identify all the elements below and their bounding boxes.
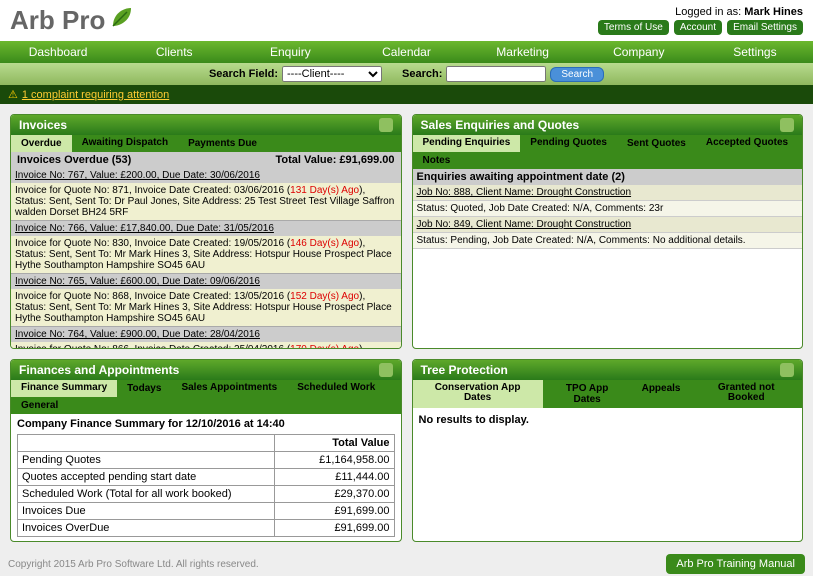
- alert-bar: ⚠ 1 complaint requiring attention: [0, 85, 813, 104]
- tab-sent-quotes[interactable]: Sent Quotes: [617, 135, 696, 152]
- tab-pending-enquiries[interactable]: Pending Enquiries: [413, 135, 521, 152]
- leaf-icon: [109, 4, 135, 37]
- account-button[interactable]: Account: [674, 20, 722, 35]
- warning-icon: ⚠: [8, 88, 18, 101]
- logged-in-text: Logged in as: Mark Hines: [596, 6, 803, 18]
- tab-finance-summary[interactable]: Finance Summary: [11, 380, 117, 397]
- terms-button[interactable]: Terms of Use: [598, 20, 669, 35]
- finance-row: Quotes accepted pending start date£11,44…: [18, 469, 395, 486]
- enquiries-header: Sales Enquiries and Quotes: [413, 115, 803, 135]
- enquiries-tabs: Pending Enquiries Pending Quotes Sent Qu…: [413, 135, 803, 169]
- copyright-text: Copyright 2015 Arb Pro Software Ltd. All…: [8, 559, 259, 570]
- finance-body: Company Finance Summary for 12/10/2016 a…: [11, 414, 401, 541]
- tab-granted-not-booked[interactable]: Granted not Booked: [691, 380, 802, 408]
- no-results-text: No results to display.: [413, 408, 803, 432]
- search-input[interactable]: [446, 66, 546, 82]
- tab-overdue[interactable]: Overdue: [11, 135, 72, 152]
- app-name: Arb Pro: [10, 5, 105, 36]
- invoice-row-body: Invoice for Quote No: 830, Invoice Date …: [11, 236, 401, 274]
- tab-appeals[interactable]: Appeals: [632, 380, 691, 408]
- nav-clients[interactable]: Clients: [116, 45, 232, 59]
- alert-link[interactable]: 1 complaint requiring attention: [22, 89, 169, 101]
- tab-awaiting-dispatch[interactable]: Awaiting Dispatch: [72, 135, 179, 152]
- invoice-row-body: Invoice for Quote No: 868, Invoice Date …: [11, 289, 401, 327]
- tab-tpo[interactable]: TPO App Dates: [543, 380, 632, 408]
- enquiries-subheader: Enquiries awaiting appointment date (2): [413, 169, 803, 185]
- tab-notes[interactable]: Notes: [413, 152, 461, 169]
- search-bar: Search Field: ----Client---- Search: Sea…: [0, 63, 813, 85]
- tab-scheduled-work[interactable]: Scheduled Work: [287, 380, 385, 397]
- collapse-icon[interactable]: [780, 118, 794, 132]
- finances-panel: Finances and Appointments Finance Summar…: [10, 359, 402, 542]
- enquiry-job-row[interactable]: Job No: 849, Client Name: Drought Constr…: [413, 217, 803, 233]
- tree-panel: Tree Protection Conservation App Dates T…: [412, 359, 804, 542]
- invoice-row-head[interactable]: Invoice No: 765, Value: £600.00, Due Dat…: [11, 274, 401, 289]
- collapse-icon[interactable]: [379, 363, 393, 377]
- tab-pending-quotes[interactable]: Pending Quotes: [520, 135, 617, 152]
- nav-marketing[interactable]: Marketing: [465, 45, 581, 59]
- invoice-row-head[interactable]: Invoice No: 764, Value: £900.00, Due Dat…: [11, 327, 401, 342]
- finance-row: Scheduled Work (Total for all work booke…: [18, 486, 395, 503]
- enquiry-status-row: Status: Pending, Job Date Created: N/A, …: [413, 233, 803, 249]
- search-label: Search:: [402, 68, 442, 80]
- user-name: Mark Hines: [744, 6, 803, 18]
- tab-payments-due[interactable]: Payments Due: [178, 135, 267, 152]
- tab-accepted-quotes[interactable]: Accepted Quotes: [696, 135, 798, 152]
- invoice-row-body: Invoice for Quote No: 871, Invoice Date …: [11, 183, 401, 221]
- enquiry-job-row[interactable]: Job No: 888, Client Name: Drought Constr…: [413, 185, 803, 201]
- search-button[interactable]: Search: [550, 67, 604, 82]
- email-settings-button[interactable]: Email Settings: [727, 20, 803, 35]
- invoice-row-body: Invoice for Quote No: 866, Invoice Date …: [11, 342, 401, 348]
- nav-settings[interactable]: Settings: [697, 45, 813, 59]
- invoices-list[interactable]: Invoice No: 767, Value: £200.00, Due Dat…: [11, 168, 401, 348]
- finance-row: Pending Quotes£1,164,958.00: [18, 452, 395, 469]
- tab-sales-appointments[interactable]: Sales Appointments: [171, 380, 287, 397]
- tree-tabs: Conservation App Dates TPO App Dates App…: [413, 380, 803, 408]
- finance-row: Invoices Due£91,699.00: [18, 503, 395, 520]
- top-bar: Arb Pro Logged in as: Mark Hines Terms o…: [0, 0, 813, 41]
- nav-dashboard[interactable]: Dashboard: [0, 45, 116, 59]
- finance-table: Total Value Pending Quotes£1,164,958.00Q…: [17, 434, 395, 537]
- search-field-select[interactable]: ----Client----: [282, 66, 382, 82]
- collapse-icon[interactable]: [379, 118, 393, 132]
- tab-general[interactable]: General: [11, 397, 68, 414]
- tree-header: Tree Protection: [413, 360, 803, 380]
- invoices-count: Invoices Overdue (53): [17, 154, 131, 166]
- invoices-header: Invoices: [11, 115, 401, 135]
- nav-company[interactable]: Company: [581, 45, 697, 59]
- search-field-label: Search Field:: [209, 68, 278, 80]
- invoices-tabs: Overdue Awaiting Dispatch Payments Due: [11, 135, 401, 152]
- nav-enquiry[interactable]: Enquiry: [232, 45, 348, 59]
- enquiries-list[interactable]: Job No: 888, Client Name: Drought Constr…: [413, 185, 803, 345]
- finance-col-header: Total Value: [274, 435, 394, 452]
- footer: Copyright 2015 Arb Pro Software Ltd. All…: [0, 552, 813, 576]
- collapse-icon[interactable]: [780, 363, 794, 377]
- header-right: Logged in as: Mark Hines Terms of Use Ac…: [596, 6, 803, 35]
- finances-tabs: Finance Summary Todays Sales Appointment…: [11, 380, 401, 414]
- enquiries-panel: Sales Enquiries and Quotes Pending Enqui…: [412, 114, 804, 349]
- training-manual-button[interactable]: Arb Pro Training Manual: [666, 554, 805, 574]
- invoices-subheader: Invoices Overdue (53) Total Value: £91,6…: [11, 152, 401, 168]
- invoice-row-head[interactable]: Invoice No: 767, Value: £200.00, Due Dat…: [11, 168, 401, 183]
- nav-calendar[interactable]: Calendar: [348, 45, 464, 59]
- dashboard-grid: Invoices Overdue Awaiting Dispatch Payme…: [0, 104, 813, 552]
- finances-header: Finances and Appointments: [11, 360, 401, 380]
- app-logo: Arb Pro: [10, 4, 135, 37]
- invoices-total: Total Value: £91,699.00: [275, 154, 394, 166]
- main-nav: Dashboard Clients Enquiry Calendar Marke…: [0, 41, 813, 63]
- invoices-panel: Invoices Overdue Awaiting Dispatch Payme…: [10, 114, 402, 349]
- tab-conservation[interactable]: Conservation App Dates: [413, 380, 543, 408]
- finance-row: Invoices OverDue£91,699.00: [18, 520, 395, 537]
- finance-heading: Company Finance Summary for 12/10/2016 a…: [17, 418, 285, 430]
- invoice-row-head[interactable]: Invoice No: 766, Value: £17,840.00, Due …: [11, 221, 401, 236]
- tab-todays[interactable]: Todays: [117, 380, 171, 397]
- enquiry-status-row: Status: Quoted, Job Date Created: N/A, C…: [413, 201, 803, 217]
